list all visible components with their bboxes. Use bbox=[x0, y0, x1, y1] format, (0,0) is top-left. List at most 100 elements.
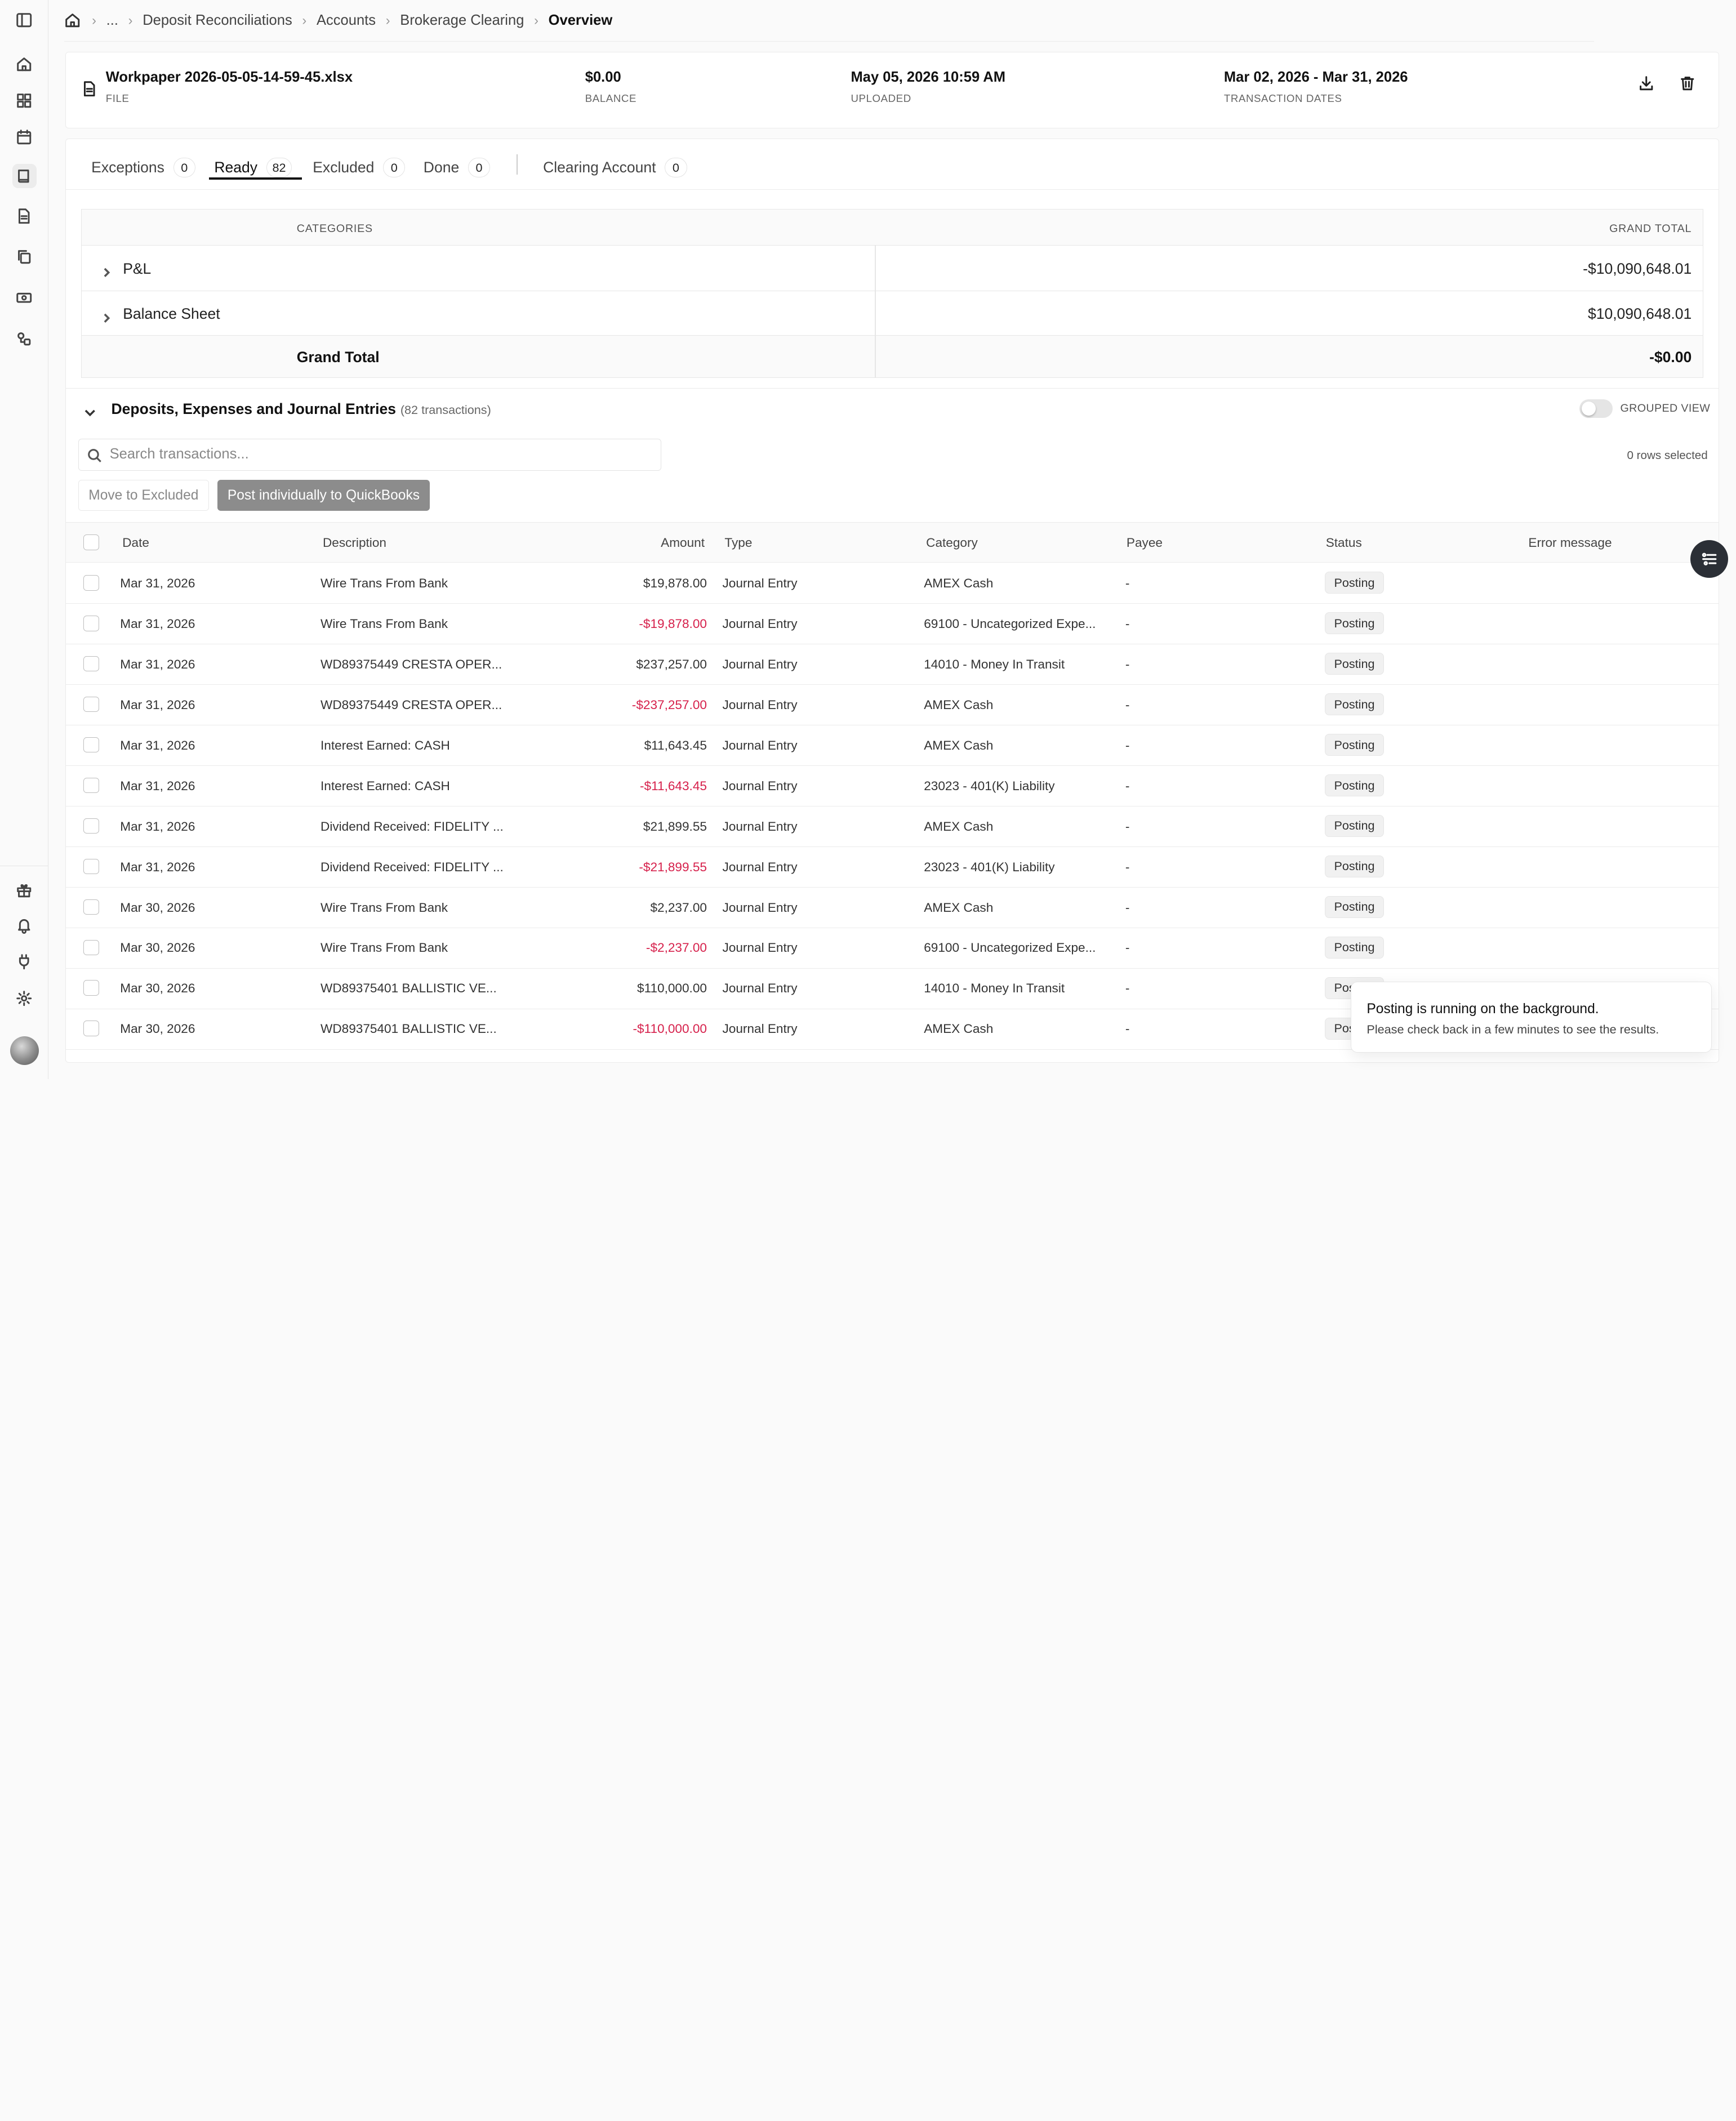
tab-done[interactable]: Done 0 bbox=[424, 154, 491, 181]
cell-category[interactable]: 69100 - Uncategorized Expe... bbox=[924, 617, 1096, 631]
column-header-description[interactable]: Description bbox=[323, 536, 386, 550]
select-all-checkbox[interactable] bbox=[83, 534, 99, 550]
cell-payee[interactable]: - bbox=[1125, 860, 1130, 875]
cell-payee[interactable]: - bbox=[1125, 617, 1130, 631]
cell-category[interactable]: AMEX Cash bbox=[924, 1022, 993, 1036]
row-checkbox[interactable] bbox=[83, 1021, 99, 1036]
status-badge: Posting bbox=[1324, 895, 1385, 918]
cell-payee[interactable]: - bbox=[1125, 901, 1130, 915]
cell-category[interactable]: AMEX Cash bbox=[924, 901, 993, 915]
row-checkbox[interactable] bbox=[83, 980, 99, 996]
breadcrumb-brokerage-clearing[interactable]: Brokerage Clearing bbox=[400, 12, 524, 29]
row-checkbox[interactable] bbox=[83, 656, 99, 672]
book-icon[interactable] bbox=[12, 163, 37, 189]
gift-icon[interactable] bbox=[12, 878, 37, 902]
row-checkbox[interactable] bbox=[83, 818, 99, 834]
post-to-quickbooks-button[interactable]: Post individually to QuickBooks bbox=[217, 480, 430, 511]
cell-payee[interactable]: - bbox=[1125, 1022, 1130, 1036]
cell-category[interactable]: 14010 - Money In Transit bbox=[924, 981, 1065, 996]
cell-type: Journal Entry bbox=[722, 900, 798, 915]
toggle-sidebar-icon[interactable] bbox=[12, 8, 37, 32]
calendar-icon[interactable] bbox=[12, 125, 37, 149]
breadcrumb: › ... › Deposit Reconciliations › Accoun… bbox=[48, 0, 1735, 41]
tab-count: 82 bbox=[266, 158, 292, 178]
cell-payee[interactable]: - bbox=[1125, 576, 1130, 591]
bell-icon[interactable] bbox=[12, 914, 37, 938]
table-row[interactable]: Mar 30, 2026 Wire Trans From Bank -$2,237.… bbox=[65, 928, 1719, 969]
table-row[interactable]: Mar 31, 2026 Wire Trans From Bank $19,878.… bbox=[65, 563, 1719, 604]
cell-category[interactable]: AMEX Cash bbox=[924, 576, 993, 591]
row-checkbox[interactable] bbox=[83, 777, 99, 794]
cell-category[interactable]: 23023 - 401(K) Liability bbox=[924, 860, 1054, 875]
dashboard-icon[interactable] bbox=[12, 88, 37, 113]
document-icon[interactable] bbox=[12, 204, 37, 228]
cell-payee[interactable]: - bbox=[1125, 941, 1130, 955]
table-row[interactable]: Mar 31, 2026 Dividend Received: FIDELITY … bbox=[65, 846, 1719, 888]
delete-trash-icon[interactable] bbox=[1679, 75, 1699, 95]
cell-payee[interactable]: - bbox=[1125, 738, 1130, 753]
table-row[interactable]: Mar 31, 2026 Interest Earned: CASH -$11,64… bbox=[65, 765, 1719, 806]
tab-clearing-account[interactable]: Clearing Account 0 bbox=[543, 154, 687, 181]
cell-category[interactable]: AMEX Cash bbox=[924, 819, 993, 834]
cell-payee[interactable]: - bbox=[1125, 819, 1130, 834]
breadcrumb-accounts[interactable]: Accounts bbox=[317, 12, 376, 29]
cell-category[interactable]: 69100 - Uncategorized Expe... bbox=[924, 941, 1096, 955]
move-to-excluded-button[interactable]: Move to Excluded bbox=[78, 480, 210, 511]
column-header-amount[interactable]: Amount bbox=[574, 536, 705, 550]
tab-ready[interactable]: Ready 82 bbox=[214, 154, 292, 181]
row-checkbox[interactable] bbox=[83, 737, 99, 753]
category-row-pl[interactable]: P&L -$10,090,648.01 bbox=[82, 246, 1703, 291]
search-input[interactable] bbox=[109, 439, 652, 470]
table-row[interactable]: Mar 30, 2026 Wire Trans From Bank $2,237.0… bbox=[65, 887, 1719, 928]
tab-exceptions[interactable]: Exceptions 0 bbox=[91, 154, 195, 181]
cell-category[interactable]: AMEX Cash bbox=[924, 698, 993, 712]
cell-category[interactable]: 14010 - Money In Transit bbox=[924, 657, 1065, 672]
categories-summary-table: CATEGORIES GRAND TOTAL P&L -$10,090,648.… bbox=[81, 208, 1703, 378]
column-header-status[interactable]: Status bbox=[1326, 536, 1362, 550]
integrations-icon[interactable] bbox=[12, 327, 37, 351]
plug-icon[interactable] bbox=[12, 950, 37, 974]
cell-payee[interactable]: - bbox=[1125, 779, 1130, 794]
cell-category[interactable]: AMEX Cash bbox=[924, 738, 993, 753]
cash-icon[interactable] bbox=[12, 286, 37, 310]
status-badge: Posting bbox=[1324, 653, 1385, 675]
chevron-right-icon[interactable] bbox=[101, 262, 112, 278]
status-badge: Posting bbox=[1324, 936, 1385, 959]
category-row-balance-sheet[interactable]: Balance Sheet $10,090,648.01 bbox=[82, 291, 1703, 336]
column-header-date[interactable]: Date bbox=[122, 536, 149, 550]
home-icon[interactable] bbox=[12, 52, 37, 76]
cell-payee[interactable]: - bbox=[1125, 657, 1130, 672]
tab-excluded[interactable]: Excluded 0 bbox=[313, 154, 406, 181]
user-avatar[interactable] bbox=[10, 1036, 39, 1065]
table-row[interactable]: Mar 31, 2026 Interest Earned: CASH $11,643… bbox=[65, 725, 1719, 766]
chevron-down-icon[interactable] bbox=[83, 403, 97, 417]
table-row[interactable]: Mar 31, 2026 Wire Trans From Bank -$19,878… bbox=[65, 603, 1719, 645]
copy-icon[interactable] bbox=[12, 244, 37, 269]
row-checkbox[interactable] bbox=[83, 575, 99, 591]
home-breadcrumb-icon[interactable] bbox=[64, 12, 82, 29]
cell-amount: $11,643.45 bbox=[644, 738, 707, 752]
row-checkbox[interactable] bbox=[83, 858, 99, 875]
cell-category[interactable]: 23023 - 401(K) Liability bbox=[924, 779, 1054, 794]
column-header-payee[interactable]: Payee bbox=[1127, 536, 1163, 550]
settings-gear-icon[interactable] bbox=[12, 986, 37, 1010]
row-checkbox[interactable] bbox=[83, 696, 99, 712]
chevron-right-icon[interactable] bbox=[101, 308, 112, 323]
table-row[interactable]: Mar 31, 2026 Dividend Received: FIDELITY … bbox=[65, 806, 1719, 847]
category-total: $10,090,648.01 bbox=[1587, 305, 1692, 323]
cell-payee[interactable]: - bbox=[1125, 698, 1130, 712]
breadcrumb-ellipsis[interactable]: ... bbox=[106, 12, 118, 29]
column-header-error-message[interactable]: Error message bbox=[1528, 536, 1612, 550]
row-checkbox[interactable] bbox=[83, 899, 99, 915]
grouped-view-toggle[interactable] bbox=[1579, 399, 1613, 418]
column-header-category[interactable]: Category bbox=[926, 536, 978, 550]
table-row[interactable]: Mar 31, 2026 WD89375449 CRESTA OPER... -$2… bbox=[65, 684, 1719, 725]
table-row[interactable]: Mar 31, 2026 WD89375449 CRESTA OPER... $23… bbox=[65, 644, 1719, 685]
column-header-type[interactable]: Type bbox=[724, 536, 752, 550]
row-checkbox[interactable] bbox=[83, 616, 99, 631]
download-icon[interactable] bbox=[1638, 75, 1658, 95]
filter-menu-button[interactable] bbox=[1690, 540, 1729, 578]
row-checkbox[interactable] bbox=[83, 939, 99, 956]
cell-payee[interactable]: - bbox=[1125, 981, 1130, 996]
breadcrumb-deposit-reconciliations[interactable]: Deposit Reconciliations bbox=[143, 12, 292, 29]
